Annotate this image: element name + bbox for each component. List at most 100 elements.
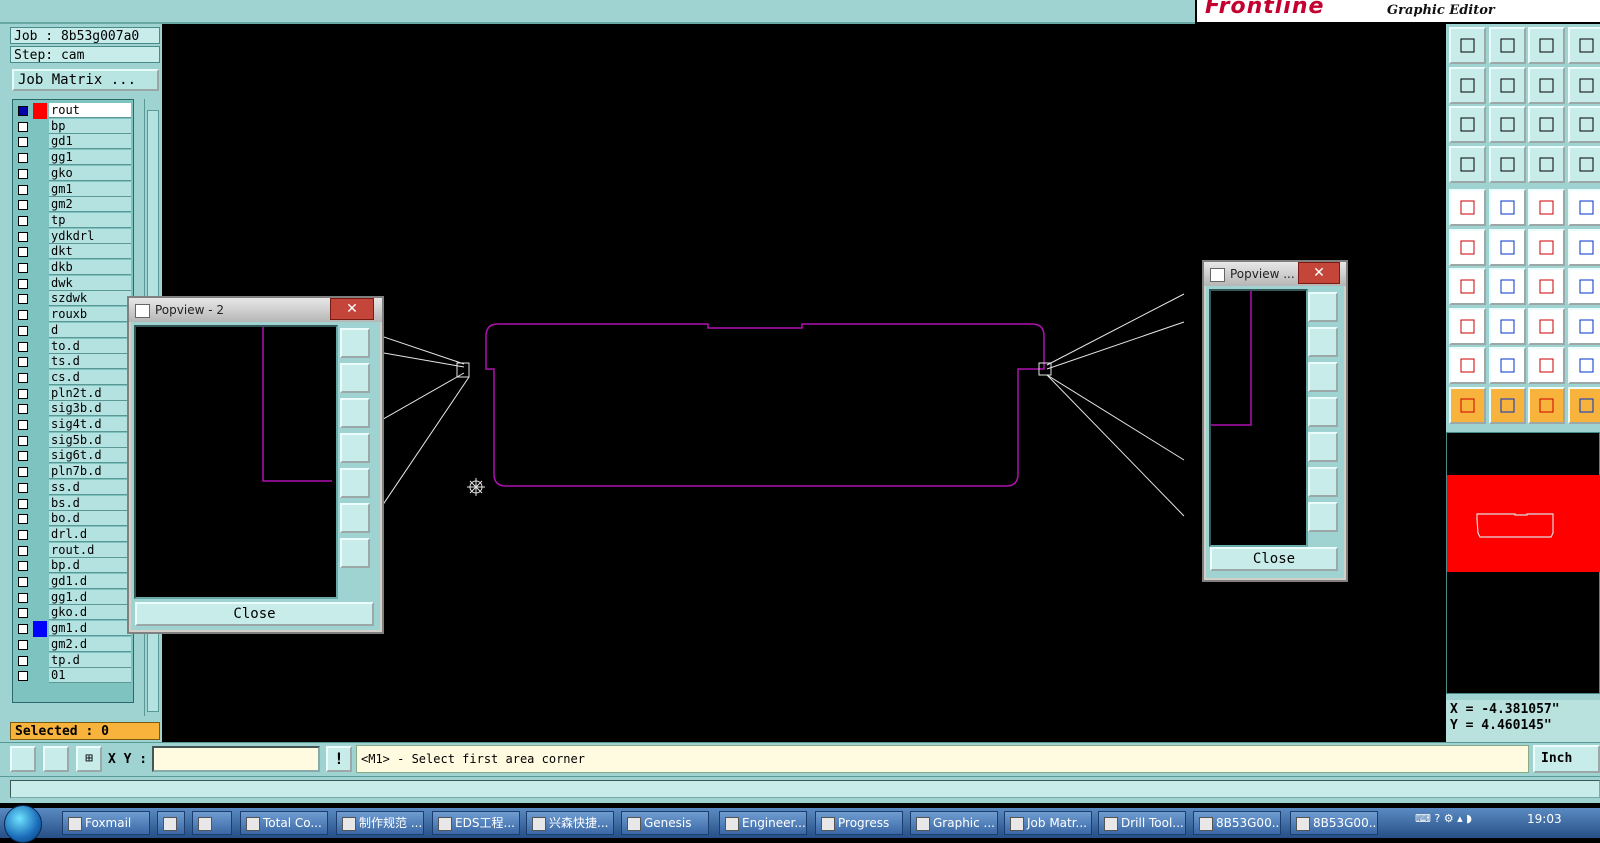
taskbar-item[interactable]: Job Matr... [1004,811,1092,835]
taskbar-item[interactable]: 8B53G00... [1290,811,1378,835]
layer-checkbox[interactable] [18,122,28,132]
connect-tool-icon[interactable] [1489,308,1526,345]
popview-2-zoom-out-button[interactable] [340,538,370,568]
layer-row[interactable]: sig3b.d [13,401,133,417]
node-edit-icon[interactable] [1449,229,1486,266]
layer-name[interactable]: sig5b.d [49,433,131,448]
popview-right-zoom-out-button[interactable] [1308,502,1338,532]
layer-checkbox[interactable] [18,514,28,524]
layer-name[interactable]: szdwk [49,291,131,306]
layer-checkbox[interactable] [18,530,28,540]
layer-checkbox[interactable] [18,577,28,587]
delete-feature-icon[interactable] [1489,229,1526,266]
layer-row[interactable]: gko [13,166,133,182]
layer-name[interactable]: 01 [49,668,131,683]
popview-right-close-button[interactable]: Close [1210,547,1338,571]
popview-2-pan-up-button[interactable] [340,363,370,393]
layer-row[interactable]: sig5b.d [13,433,133,449]
slash-tool-icon[interactable] [1489,268,1526,305]
layer-checkbox[interactable] [18,467,28,477]
layer-checkbox[interactable] [18,593,28,603]
layer-checkbox[interactable] [18,404,28,414]
taskbar-item[interactable]: Foxmail [62,811,150,835]
settings-icon[interactable] [1449,146,1486,183]
layer-name[interactable]: gm1.d [49,621,131,636]
pointer-select-icon[interactable] [1489,387,1526,424]
angle-tool-icon[interactable] [1449,268,1486,305]
layer-name[interactable]: gg1 [49,150,131,165]
layer-row[interactable]: bo.d [13,511,133,527]
layer-row[interactable]: cs.d [13,370,133,386]
popview-right-pan-left-button[interactable] [1308,397,1338,427]
layer-row[interactable]: tp.d [13,653,133,669]
layer-checkbox[interactable] [18,185,28,195]
snap-toggle-icon[interactable] [1568,27,1600,64]
layer-name[interactable]: gd1 [49,134,131,149]
layer-row[interactable]: gd1.d [13,574,133,590]
layer-name[interactable]: gm2.d [49,637,131,652]
layer-name[interactable]: tp [49,213,131,228]
layer-checkbox[interactable] [18,310,28,320]
layer-checkbox[interactable] [18,608,28,618]
layer-name[interactable]: rouxb [49,307,131,322]
layer-name[interactable]: pln7b.d [49,464,131,479]
layer-checkbox[interactable] [18,153,28,163]
layer-checkbox[interactable] [18,671,28,681]
triangle-c-icon[interactable] [1528,347,1565,384]
draw-line-red-icon[interactable] [1489,189,1526,226]
taskbar-item[interactable] [192,811,232,835]
pan-left-icon[interactable] [1449,67,1486,104]
align-tool-icon[interactable] [1568,268,1600,305]
taskbar-item[interactable]: Drill Tool... [1098,811,1186,835]
taskbar-item[interactable]: Total Co... [240,811,328,835]
measure-tool-icon[interactable] [1528,308,1565,345]
layer-name[interactable]: sig4t.d [49,417,131,432]
layer-checkbox[interactable] [18,200,28,210]
layer-row[interactable]: sig6t.d [13,448,133,464]
layer-checkbox[interactable] [18,436,28,446]
layer-checkbox[interactable] [18,232,28,242]
feature-select-icon[interactable] [1449,189,1486,226]
layer-checkbox[interactable] [18,342,28,352]
popview-right-pan-up-button[interactable] [1308,327,1338,357]
layer-name[interactable]: ts.d [49,354,131,369]
layer-checkbox[interactable] [18,326,28,336]
taskbar-item[interactable]: EDS工程... [432,811,520,835]
ruler-icon[interactable] [1528,189,1565,226]
layer-checkbox[interactable] [18,483,28,493]
layer-name[interactable]: ydkdrl [49,229,131,244]
popview-2-close-button[interactable]: Close [135,602,374,626]
triangle-b-icon[interactable] [1489,347,1526,384]
layer-name[interactable]: gko.d [49,605,131,620]
layer-name[interactable]: gm2 [49,197,131,212]
layer-row[interactable]: bp.d [13,558,133,574]
layer-name[interactable]: sig3b.d [49,401,131,416]
layer-name[interactable]: sig6t.d [49,448,131,463]
taskbar-item[interactable] [157,811,185,835]
layer-checkbox[interactable] [18,451,28,461]
popview-2-pan-right-button[interactable] [340,468,370,498]
popview-right-zoom-in-button[interactable] [1308,467,1338,497]
popview-2-zoom-in-button[interactable] [340,503,370,533]
layer-row[interactable]: bs.d [13,496,133,512]
warning-button[interactable]: ! [326,746,352,772]
layer-row[interactable]: gm2.d [13,637,133,653]
zoom-center-icon[interactable] [1489,106,1526,143]
snap-mode-button[interactable] [10,746,36,772]
layer-name[interactable]: cs.d [49,370,131,385]
layer-row[interactable]: gd1 [13,134,133,150]
layer-row[interactable]: pln2t.d [13,386,133,402]
open-job-icon[interactable] [1449,27,1486,64]
layer-name[interactable]: bp [49,119,131,134]
layer-name[interactable]: gd1.d [49,574,131,589]
layer-row[interactable]: gg1 [13,150,133,166]
layer-checkbox[interactable] [18,216,28,226]
layer-row[interactable]: sig4t.d [13,417,133,433]
home-step-icon[interactable] [1528,27,1565,64]
layer-row[interactable]: rout [13,103,133,119]
help-icon[interactable] [1568,106,1600,143]
zoom-fit-icon[interactable] [1449,106,1486,143]
taskbar-item[interactable]: 兴森快捷... [526,811,614,835]
popview-2-zoom-home-button[interactable] [340,328,370,358]
popview-right-canvas[interactable] [1209,289,1308,547]
